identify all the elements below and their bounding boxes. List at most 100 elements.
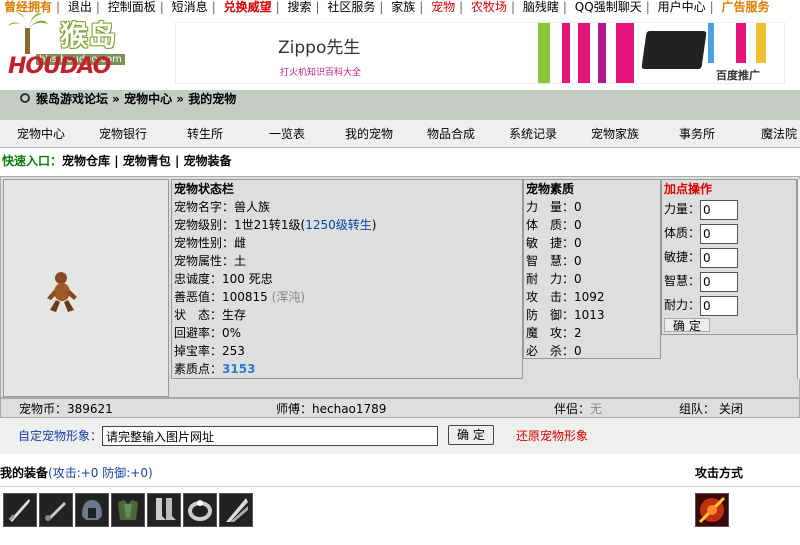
custom-image-confirm-button[interactable]: 确 定 bbox=[448, 425, 494, 445]
add-points-box: 加点操作 力量： 体质： 敏捷： 智慧： 耐力： 确 定 bbox=[661, 179, 797, 335]
nav-overview[interactable]: 一览表 bbox=[246, 120, 328, 147]
logo-wordmark: HOUDAO bbox=[8, 54, 111, 79]
pet-image-box bbox=[3, 179, 169, 397]
topbar-item-family[interactable]: 家族 bbox=[387, 0, 419, 14]
quality-constitution: 体 质：0 bbox=[526, 218, 582, 232]
banner-title: Zippo先生 bbox=[278, 38, 361, 58]
pet-team: 组队： 关闭 bbox=[679, 402, 743, 416]
armor-icon[interactable] bbox=[111, 493, 145, 527]
point-row-wisdom: 智慧： bbox=[662, 270, 796, 294]
pet-nav-bar: 宠物中心宠物银行转生所一览表我的宠物物品合成系统记录宠物家族事务所魔法院道 bbox=[0, 120, 800, 148]
pet-gender: 宠物性别：雌 bbox=[174, 236, 247, 250]
lighter-device-image bbox=[641, 31, 707, 69]
quality-critical: 必 杀：0 bbox=[526, 344, 582, 358]
custom-image-row: 自定宠物形象： 确 定 还原宠物形象 bbox=[0, 418, 800, 454]
wisdom-input[interactable] bbox=[700, 271, 739, 292]
pet-name: 宠物名字：兽人族 bbox=[174, 200, 271, 214]
strength-input[interactable] bbox=[700, 199, 739, 220]
quality-attack: 攻 击：1092 bbox=[526, 290, 605, 304]
pet-drop-rate: 掉宝率：253 bbox=[174, 344, 245, 358]
agility-input[interactable] bbox=[700, 247, 739, 268]
equipment-slots bbox=[0, 486, 800, 545]
nav-office[interactable]: 事务所 bbox=[656, 120, 738, 147]
logo-chinese: 猴岛 bbox=[60, 19, 117, 52]
boots-icon[interactable] bbox=[147, 493, 181, 527]
sword-icon[interactable] bbox=[3, 493, 37, 527]
rebirth-link[interactable]: 1250级转生 bbox=[305, 218, 372, 232]
banner-stripe bbox=[736, 23, 746, 63]
status-header: 宠物状态栏 bbox=[174, 182, 235, 196]
nav-my-pet[interactable]: 我的宠物 bbox=[328, 120, 410, 147]
point-row-endurance: 耐力： bbox=[662, 294, 796, 318]
attack-mode-icon[interactable] bbox=[695, 493, 729, 527]
banner-subtitle: 打火机知识百科大全 bbox=[280, 68, 362, 78]
equipment-stats: (攻击:+0 防御:+0) bbox=[48, 466, 153, 480]
pet-loyalty: 忠诚度：100 死忠 bbox=[174, 272, 273, 286]
pet-karma: 善恶值：100815 (浑沌) bbox=[174, 290, 306, 304]
topbar-item-community[interactable]: 社区服务 bbox=[323, 0, 379, 14]
topbar-item-search[interactable]: 搜索 bbox=[283, 0, 315, 14]
custom-image-url-input[interactable] bbox=[102, 426, 438, 446]
quality-header: 宠物素质 bbox=[526, 182, 575, 196]
quality-endurance: 耐 力：0 bbox=[526, 272, 582, 286]
claw-icon[interactable] bbox=[219, 493, 253, 527]
pet-coin: 宠物币：389621 bbox=[19, 402, 113, 416]
quick-entry: 快速入口：宠物仓库 | 宠物青包 | 宠物装备 bbox=[2, 154, 232, 168]
banner-stripe bbox=[598, 23, 606, 83]
banner-stripe bbox=[538, 23, 550, 83]
nav-pet-center[interactable]: 宠物中心 bbox=[0, 120, 82, 147]
banner-stripe bbox=[756, 23, 766, 63]
nav-pet-family[interactable]: 宠物家族 bbox=[574, 120, 656, 147]
topbar-item-user-center[interactable]: 用户中心 bbox=[654, 0, 710, 14]
banner-ad[interactable]: Zippo先生 打火机知识百科大全 百度推广 bbox=[175, 22, 785, 84]
endurance-input[interactable] bbox=[700, 295, 739, 316]
pet-level: 宠物级别：1世21转1级(1250级转生) bbox=[174, 218, 377, 232]
pet-status-box: 宠物状态栏 宠物名字：兽人族 宠物级别：1世21转1级(1250级转生) 宠物性… bbox=[171, 179, 523, 379]
point-row-strength: 力量： bbox=[662, 198, 796, 222]
pet-quality-box: 宠物素质 力 量：0 体 质：0 敏 捷：0 智 慧：0 耐 力：0 攻 击：1… bbox=[523, 179, 661, 359]
breadcrumb-text[interactable]: 猴岛游戏论坛 » 宠物中心 » 我的宠物 bbox=[36, 92, 236, 106]
quality-agility: 敏 捷：0 bbox=[526, 236, 582, 250]
quick-label: 快速入口： bbox=[2, 154, 63, 168]
restore-image-link[interactable]: 还原宠物形象 bbox=[516, 418, 588, 454]
search-icon bbox=[20, 93, 30, 103]
pet-dodge: 回避率：0% bbox=[174, 326, 242, 340]
nav-magic-court[interactable]: 魔法院 bbox=[738, 120, 800, 147]
pet-info-row: 宠物币：389621 师傅：hechao1789 伴侣：无 组队： 关闭 bbox=[0, 398, 800, 418]
constitution-input[interactable] bbox=[700, 223, 739, 244]
attack-mode-label: 攻击方式 bbox=[695, 466, 744, 480]
add-points-header: 加点操作 bbox=[664, 182, 713, 196]
palm-tree-icon bbox=[8, 12, 48, 54]
nav-pet-bank[interactable]: 宠物银行 bbox=[82, 120, 164, 147]
quick-link-bag[interactable]: 宠物青包 bbox=[123, 154, 171, 168]
banner-stripe bbox=[562, 23, 570, 83]
topbar-item-messages[interactable]: 短消息 bbox=[168, 0, 212, 14]
pet-attribute: 宠物属性：土 bbox=[174, 254, 247, 268]
add-points-confirm-button[interactable]: 确 定 bbox=[664, 318, 710, 333]
topbar-item-brain[interactable]: 脑残瞎 bbox=[519, 0, 563, 14]
topbar-item-qq-chat[interactable]: QQ强制聊天 bbox=[571, 0, 646, 14]
quality-wisdom: 智 慧：0 bbox=[526, 254, 582, 268]
nav-crafting[interactable]: 物品合成 bbox=[410, 120, 492, 147]
baidu-promo-label: 百度推广 bbox=[716, 69, 760, 82]
quick-link-equipment[interactable]: 宠物装备 bbox=[184, 154, 232, 168]
topbar-item-pets[interactable]: 宠物 bbox=[427, 0, 459, 14]
topbar-item-farm[interactable]: 农牧场 bbox=[467, 0, 511, 14]
topbar-item-exchange[interactable]: 兑换威望 bbox=[220, 0, 276, 14]
pet-points: 素质点：3153 bbox=[174, 362, 256, 376]
point-row-constitution: 体质： bbox=[662, 222, 796, 246]
breadcrumb: 猴岛游戏论坛 » 宠物中心 » 我的宠物 bbox=[0, 90, 800, 120]
dagger-icon[interactable] bbox=[39, 493, 73, 527]
quick-link-warehouse[interactable]: 宠物仓库 bbox=[62, 154, 110, 168]
quality-defense: 防 御：1013 bbox=[526, 308, 605, 322]
equipment-header: 我的装备(攻击:+0 防御:+0) 攻击方式 bbox=[0, 464, 800, 484]
site-logo[interactable]: 猴岛 bbs.houdao.com HOUDAO bbox=[0, 8, 160, 86]
pet-master: 师傅：hechao1789 bbox=[276, 402, 387, 416]
ring-icon[interactable] bbox=[183, 493, 217, 527]
nav-rebirth[interactable]: 转生所 bbox=[164, 120, 246, 147]
topbar-item-ads[interactable]: 广告服务 bbox=[717, 0, 773, 14]
equipment-title: 我的装备 bbox=[0, 466, 49, 480]
pet-main-panel: 宠物状态栏 宠物名字：兽人族 宠物级别：1世21转1级(1250级转生) 宠物性… bbox=[0, 176, 800, 398]
nav-system-log[interactable]: 系统记录 bbox=[492, 120, 574, 147]
helmet-icon[interactable] bbox=[75, 493, 109, 527]
